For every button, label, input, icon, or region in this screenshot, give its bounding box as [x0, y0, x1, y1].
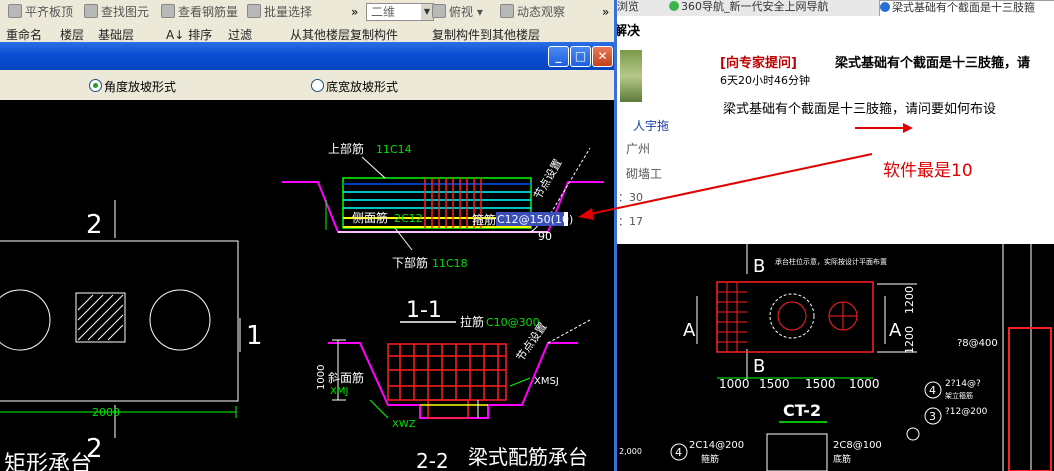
tab-browse[interactable]: 浏览 — [617, 0, 645, 15]
circle-3-right: 3 — [929, 410, 936, 423]
radio-width-slope[interactable] — [311, 79, 324, 92]
toolbar-overflow-button[interactable]: » — [351, 4, 358, 20]
drawing-label-hoop: 箍筋 — [701, 453, 719, 465]
dialog-title-bar[interactable]: _ □ ✕ — [0, 42, 614, 70]
slope-option-bar: 角度放坡形式 底宽放坡形式 — [0, 70, 614, 100]
drawing-label-bottom-bar: 底筋 — [833, 453, 851, 465]
rename-button[interactable]: 重命名 — [6, 26, 42, 42]
browser-window: 浏览 360导航_新一代安全上网导航 梁式基础有个截面是十三肢箍 解决 [向专家… — [614, 0, 1054, 471]
plan-view — [0, 200, 241, 438]
cad-application-window: 平齐板顶 查找图元 查看钢筋量 批量选择 » 二维 ▼ 俯视 ▾ 动态观察 » … — [0, 0, 614, 471]
drawing-left-small: 2,000 — [619, 447, 642, 456]
view-icon — [432, 4, 446, 18]
tie-bar-value: C10@300 — [486, 316, 540, 329]
arrow-left-icon — [578, 208, 594, 220]
tab-360-nav[interactable]: 360导航_新一代安全上网导航 — [669, 0, 874, 15]
plan-section-label-right: 1 — [246, 321, 263, 351]
circle-4-right: 4 — [929, 384, 936, 397]
find-element-button[interactable]: 查找图元 — [84, 4, 149, 20]
sort-button[interactable]: A↓ 排序 — [166, 26, 212, 42]
top-bar-label: 上部筋 — [328, 141, 364, 156]
tie-bar-label: 拉筋 — [460, 314, 484, 329]
annotation-arrow-overlay — [578, 153, 873, 220]
dynamic-view-button[interactable]: 动态观察 — [500, 4, 565, 20]
radio-selected-dot — [93, 83, 98, 88]
rebar-label-2c14: 2?14@? — [945, 379, 981, 389]
copy-from-floor-button[interactable]: 从其他楼层复制构件 — [290, 26, 398, 42]
side-bar-label: 侧面筋 — [352, 210, 388, 225]
view-mode-dropdown[interactable]: 二维 ▼ — [366, 3, 434, 21]
slope-bar-label: 斜面筋 — [328, 370, 364, 385]
top-bar-value: 11C14 — [376, 143, 412, 156]
drawing-note: 承台柱位示意，实际按设计平面布置 — [775, 257, 887, 266]
dim-1200-a: 1200 — [903, 286, 916, 314]
floor-dropdown[interactable]: 基础层 — [98, 26, 134, 42]
grid-icon — [247, 4, 261, 18]
section-2-2-title: 梁式配筋承台 — [468, 445, 588, 469]
close-button[interactable]: ✕ — [592, 46, 613, 67]
rebar-label-mid: 架立箍筋 — [945, 391, 973, 400]
side-bar-value: 2C12 — [394, 212, 423, 225]
page-icon — [880, 2, 890, 12]
dropdown-value: 二维 — [371, 5, 396, 19]
binoculars-icon — [84, 4, 98, 18]
plan-section-label-top: 2 — [86, 210, 103, 240]
search-icon — [161, 4, 175, 18]
drawing-title: CT-2 — [783, 401, 821, 420]
cad-canvas[interactable]: 2 2 1 2000 矩形承台 上部筋 11C14 侧面筋 2C12 箍筋 C1… — [0, 100, 614, 471]
drawing-label-2c8: 2C8@100 — [833, 440, 882, 451]
xmsj-label: XMSJ — [534, 376, 559, 387]
dim-bottom-3: 1500 — [805, 377, 836, 391]
filter-button[interactable]: 过滤 — [228, 26, 252, 42]
view-rebar-quantity-button[interactable]: 查看钢筋量 — [161, 4, 238, 20]
dim-bottom-1: 1000 — [719, 377, 750, 391]
rebar-label-8-400: ?8@400 — [957, 338, 998, 349]
floor-label: 楼层 — [60, 28, 85, 42]
xwz-label: XWZ — [392, 419, 416, 430]
view-angle-dropdown[interactable]: 俯视 ▾ — [432, 4, 483, 20]
radio-angle-slope-label[interactable]: 角度放坡形式 — [104, 78, 176, 95]
plan-caption: 矩形承台 — [4, 452, 92, 471]
toolbar-overflow-button-2[interactable]: » — [602, 4, 609, 20]
reference-drawing: B B A A 承台柱位示意，实际按设计平面布置 1200 1200 1000 … — [617, 244, 1054, 471]
rotate-icon — [500, 4, 514, 18]
label-b-bottom: B — [753, 356, 765, 377]
minimize-button[interactable]: _ — [548, 46, 569, 67]
xmj-label: XMJ — [330, 386, 348, 397]
stirrup-label: 箍筋 — [472, 212, 496, 227]
plan-dim-2000: 2000 — [92, 406, 120, 419]
drawing-label-2c14: 2C14@200 — [689, 440, 744, 451]
circle-4-left: 4 — [675, 446, 682, 459]
maximize-button[interactable]: □ — [570, 46, 591, 67]
align-icon — [8, 4, 22, 18]
dim-bottom-2: 1500 — [759, 377, 790, 391]
batch-select-button[interactable]: 批量选择 — [247, 4, 312, 20]
section-2-2-title-number: 2-2 — [416, 449, 449, 471]
dim-bottom-4: 1000 — [849, 377, 880, 391]
align-slab-top-button[interactable]: 平齐板顶 — [8, 4, 73, 20]
globe-icon — [669, 1, 679, 11]
bottom-bar-label: 下部筋 — [392, 255, 428, 270]
slope-angle: 90 — [538, 230, 552, 243]
arrow-right-icon — [903, 123, 913, 133]
section-2-2 — [328, 319, 591, 419]
main-toolbar: 平齐板顶 查找图元 查看钢筋量 批量选择 » 二维 ▼ 俯视 ▾ 动态观察 » — [0, 0, 614, 25]
section-1-1-title: 1-1 — [406, 298, 442, 323]
tab-question[interactable]: 梁式基础有个截面是十三肢箍 — [879, 0, 1054, 16]
secondary-toolbar: 重命名 楼层 基础层 A↓ 排序 过滤 从其他楼层复制构件 复制构件到其他楼层 — [0, 24, 614, 42]
label-a-left: A — [683, 320, 696, 341]
radio-angle-slope[interactable] — [89, 79, 102, 92]
label-a-right: A — [889, 320, 902, 341]
radio-width-slope-label[interactable]: 底宽放坡形式 — [326, 78, 398, 95]
copy-to-floor-button[interactable]: 复制构件到其他楼层 — [432, 26, 540, 42]
browser-tab-bar: 浏览 360导航_新一代安全上网导航 梁式基础有个截面是十三肢箍 — [617, 0, 1054, 17]
dim-1000-vertical: 1000 — [316, 365, 327, 390]
rebar-label-12-200: ?12@200 — [945, 407, 988, 417]
bottom-bar-value: 11C18 — [432, 257, 468, 270]
dim-1200-b: 1200 — [903, 326, 916, 354]
label-b-top: B — [753, 256, 765, 277]
